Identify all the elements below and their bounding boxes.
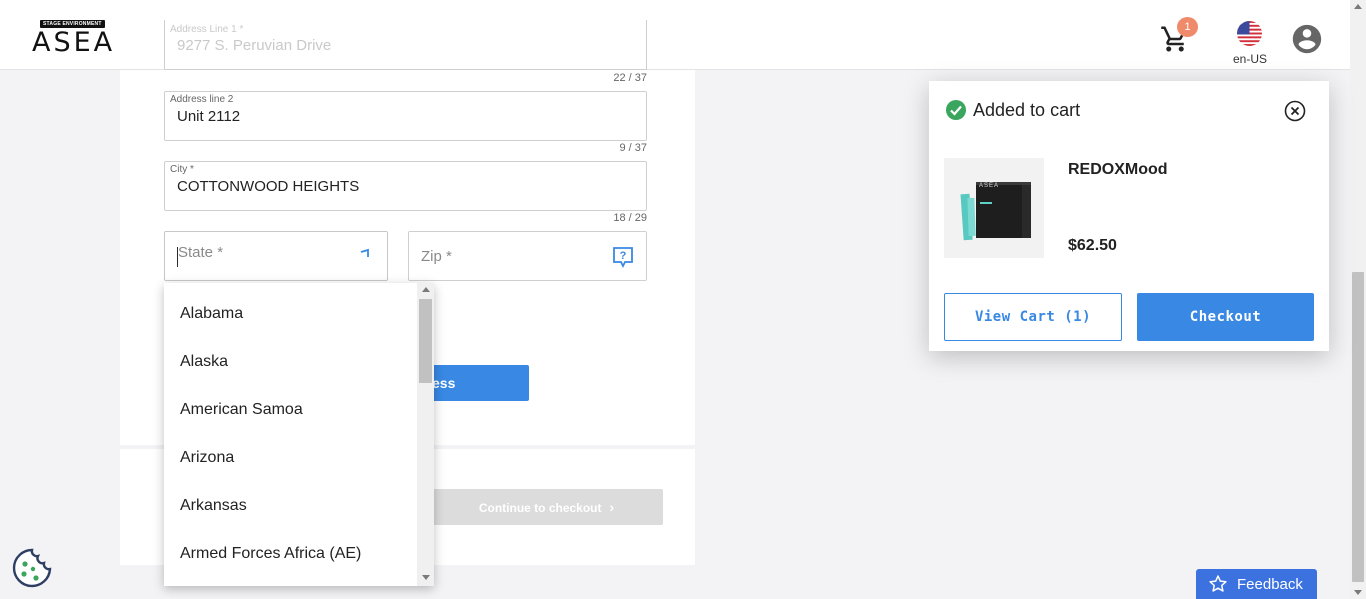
page-scroll-thumb[interactable]: [1352, 272, 1364, 582]
state-placeholder: State *: [178, 244, 224, 261]
state-select[interactable]: State *: [164, 231, 388, 281]
zip-placeholder: Zip *: [421, 248, 452, 265]
feedback-label: Feedback: [1237, 576, 1303, 593]
state-option-armed-forces-africa[interactable]: Armed Forces Africa (AE): [180, 545, 361, 563]
scroll-down-arrow-icon[interactable]: [422, 575, 430, 580]
dropdown-scroll-thumb[interactable]: [419, 299, 432, 383]
page-scroll-up-icon[interactable]: [1354, 4, 1362, 9]
help-chat-icon[interactable]: ?: [611, 245, 635, 269]
text-cursor: [177, 247, 178, 267]
popup-title: Added to cart: [973, 100, 1081, 120]
state-dropdown-list[interactable]: Alabama Alaska American Samoa Arizona Ar…: [164, 283, 434, 586]
close-icon[interactable]: [1284, 100, 1306, 122]
thumb-brand-text: ASEA: [979, 183, 1000, 189]
svg-text:?: ?: [620, 250, 627, 262]
asea-logo[interactable]: STAGE ENVIRONMENT ASEA: [32, 20, 114, 58]
continue-to-checkout-button[interactable]: Continue to checkout ›: [430, 489, 663, 525]
address2-char-counter: 9 / 37: [619, 142, 647, 154]
zip-field[interactable]: Zip * ?: [408, 231, 647, 281]
city-field[interactable]: City * COTTONWOOD HEIGHTS: [164, 161, 647, 211]
page-scroll-down-icon[interactable]: [1354, 590, 1362, 595]
product-name: REDOXMood: [1068, 161, 1168, 178]
address-line2-label: Address line 2: [170, 94, 234, 105]
state-option-alabama[interactable]: Alabama: [180, 305, 243, 323]
chevron-right-icon: ›: [609, 499, 615, 515]
city-value: COTTONWOOD HEIGHTS: [177, 178, 360, 195]
feedback-button[interactable]: Feedback: [1196, 569, 1317, 599]
us-flag-icon[interactable]: [1237, 21, 1262, 46]
continue-to-checkout-label: Continue to checkout: [478, 501, 602, 515]
checkout-button[interactable]: Checkout: [1137, 293, 1314, 341]
chevron-down-icon[interactable]: [359, 248, 371, 260]
state-option-american-samoa[interactable]: American Samoa: [180, 401, 303, 419]
logo-wordmark: ASEA: [32, 27, 116, 58]
page-scrollbar[interactable]: [1350, 0, 1366, 599]
added-to-cart-popup: Added to cart ASEA REDOXMood $62.50 View…: [929, 81, 1329, 351]
address-line2-value: Unit 2112: [177, 108, 241, 125]
star-icon: [1209, 575, 1227, 592]
product-price: $62.50: [1068, 237, 1117, 254]
address-line1-value: 9277 S. Peruvian Drive: [177, 37, 332, 54]
address-line1-label: Address Line 1 *: [170, 24, 244, 35]
check-circle-icon: [946, 100, 966, 120]
account-icon[interactable]: [1290, 22, 1324, 56]
city-char-counter: 18 / 29: [613, 212, 647, 224]
save-address-button[interactable]: ess: [430, 365, 529, 401]
site-header: Address Line 1 * 9277 S. Peruvian Drive …: [0, 0, 1350, 70]
state-option-arizona[interactable]: Arizona: [180, 449, 234, 467]
cookie-settings-icon[interactable]: [11, 547, 53, 589]
city-label: City *: [170, 164, 194, 175]
locale-label[interactable]: en-US: [1233, 52, 1267, 66]
state-option-arkansas[interactable]: Arkansas: [180, 497, 247, 515]
state-option-alaska[interactable]: Alaska: [180, 353, 228, 371]
cart-count-badge: 1: [1177, 17, 1198, 37]
dropdown-scrollbar[interactable]: [417, 283, 434, 586]
product-thumbnail[interactable]: [944, 158, 1044, 258]
view-cart-button[interactable]: View Cart (1): [944, 293, 1122, 341]
scroll-up-arrow-icon[interactable]: [422, 287, 430, 292]
address-line2-field[interactable]: Address line 2 Unit 2112: [164, 91, 647, 141]
address1-char-counter: 22 / 37: [613, 72, 647, 84]
